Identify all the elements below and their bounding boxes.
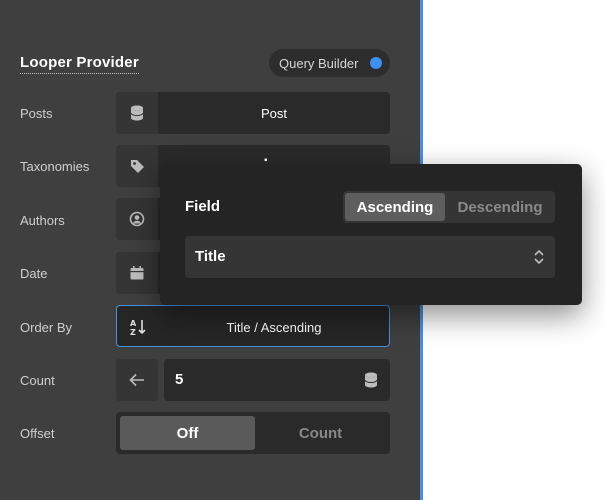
offset-label: Offset	[20, 426, 55, 441]
field-label: Field	[185, 198, 221, 215]
order-by-label: Order By	[20, 320, 73, 335]
database-icon[interactable]	[364, 372, 378, 393]
count-label: Count	[20, 373, 55, 388]
svg-text:Z: Z	[130, 328, 136, 336]
order-by-value: Title / Ascending	[226, 319, 322, 335]
descending-option[interactable]: Descending	[447, 193, 553, 221]
query-builder-toggle[interactable]: Query Builder	[269, 49, 390, 77]
chevron-up-down-icon	[533, 248, 545, 271]
arrow-left-icon	[129, 373, 144, 387]
field-select-value: Title	[195, 248, 226, 265]
taxonomies-label: Taxonomies	[20, 159, 90, 174]
posts-select[interactable]: Post	[116, 92, 390, 134]
user-circle-icon	[116, 198, 158, 240]
posts-value: Post	[260, 105, 287, 121]
direction-segmented-control: Ascending Descending	[343, 191, 555, 223]
offset-count-option[interactable]: Count	[255, 416, 386, 450]
toggle-indicator	[370, 57, 382, 69]
panel-title: Looper Provider	[20, 54, 139, 74]
sort-alpha-icon: AZ	[117, 306, 159, 346]
date-label: Date	[20, 266, 48, 281]
ascending-option[interactable]: Ascending	[345, 193, 445, 221]
posts-label: Posts	[20, 106, 53, 121]
offset-segmented-control: Off Count	[116, 412, 390, 454]
count-value: 5	[175, 371, 184, 388]
tag-icon	[116, 145, 158, 187]
database-icon	[116, 92, 158, 134]
order-by-popover: Field Ascending Descending Title	[160, 164, 582, 305]
authors-label: Authors	[20, 213, 65, 228]
count-input[interactable]: 5	[164, 359, 390, 401]
query-builder-label: Query Builder	[279, 55, 359, 71]
calendar-icon	[116, 252, 158, 294]
field-select[interactable]: Title	[185, 236, 555, 278]
count-back-button[interactable]	[116, 359, 158, 401]
order-by-select[interactable]: AZ Title / Ascending	[116, 305, 390, 347]
svg-text:A: A	[130, 319, 137, 328]
offset-off-option[interactable]: Off	[120, 416, 255, 450]
